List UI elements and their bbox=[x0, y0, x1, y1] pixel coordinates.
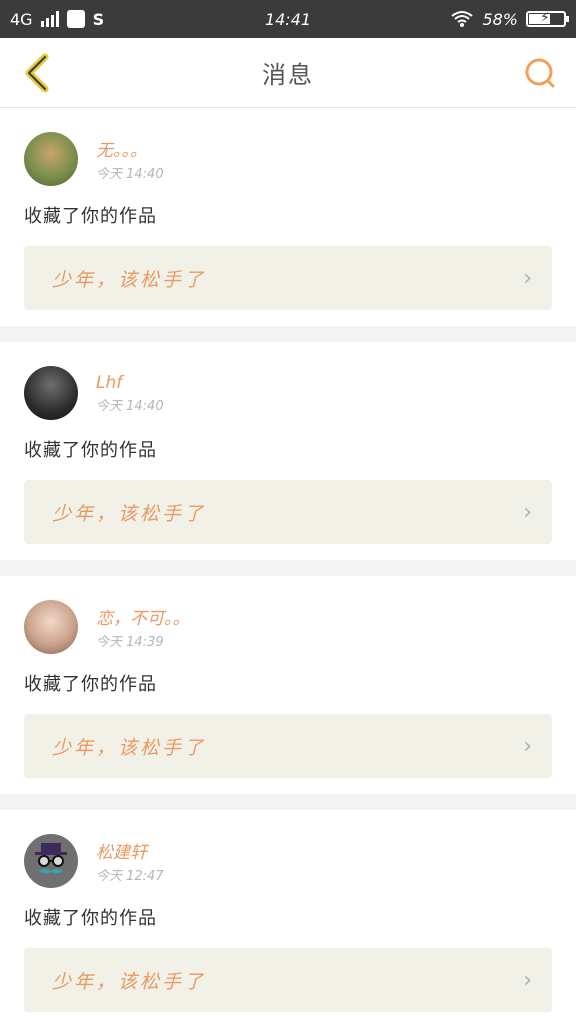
network-label: 4G bbox=[10, 9, 33, 29]
timestamp: 今天 14:39 bbox=[96, 635, 164, 650]
user-meta: 恋，不可。。 今天 14:39 bbox=[96, 604, 190, 650]
battery-percent: 58% bbox=[482, 9, 518, 29]
battery-icon: ⚡ bbox=[526, 10, 569, 27]
user-name[interactable]: 恋，不可。。 bbox=[96, 604, 190, 629]
action-text: 收藏了你的作品 bbox=[24, 674, 157, 695]
work-title: 少年，该松手了 bbox=[52, 970, 207, 993]
notification-icon bbox=[66, 10, 85, 28]
notification-list: 无。。。 今天 14:40 收藏了你的作品 少年，该松手了 › Lhf 今天 1… bbox=[0, 108, 576, 1024]
chevron-right-icon: › bbox=[523, 967, 532, 993]
user-meta: 松建轩 今天 12:47 bbox=[96, 838, 164, 884]
user-meta: Lhf 今天 14:40 bbox=[96, 373, 164, 414]
status-right: 58% ⚡ bbox=[450, 9, 569, 29]
status-left: 4G S bbox=[10, 10, 104, 29]
search-icon bbox=[525, 58, 555, 87]
user-name[interactable]: 无。。。 bbox=[96, 136, 164, 161]
user-row: Lhf 今天 14:40 bbox=[24, 366, 552, 420]
user-row: 松建轩 今天 12:47 bbox=[24, 834, 552, 888]
signal-icon bbox=[40, 11, 59, 27]
avatar[interactable] bbox=[24, 600, 78, 654]
notification-item: 无。。。 今天 14:40 收藏了你的作品 少年，该松手了 › bbox=[0, 108, 576, 326]
user-row: 无。。。 今天 14:40 bbox=[24, 132, 552, 186]
status-bar: 4G S 14:41 58% ⚡ bbox=[0, 0, 576, 38]
action-text: 收藏了你的作品 bbox=[24, 440, 157, 461]
work-title: 少年，该松手了 bbox=[52, 736, 207, 759]
work-title: 少年，该松手了 bbox=[52, 268, 207, 291]
app-notification-icon: S bbox=[92, 9, 105, 29]
work-link[interactable]: 少年，该松手了 › bbox=[24, 714, 552, 778]
user-meta: 无。。。 今天 14:40 bbox=[96, 136, 164, 182]
avatar[interactable] bbox=[24, 132, 78, 186]
timestamp: 今天 12:47 bbox=[96, 869, 164, 884]
timestamp: 今天 14:40 bbox=[96, 167, 164, 182]
user-row: 恋，不可。。 今天 14:39 bbox=[24, 600, 552, 654]
action-text: 收藏了你的作品 bbox=[24, 908, 157, 929]
work-link[interactable]: 少年，该松手了 › bbox=[24, 948, 552, 1012]
avatar[interactable] bbox=[24, 834, 78, 888]
chevron-right-icon: › bbox=[523, 499, 532, 525]
header: 消息 bbox=[0, 38, 576, 108]
chevron-right-icon: › bbox=[523, 265, 532, 291]
action-text: 收藏了你的作品 bbox=[24, 206, 157, 227]
timestamp: 今天 14:40 bbox=[96, 398, 164, 414]
work-link[interactable]: 少年，该松手了 › bbox=[24, 480, 552, 544]
back-arrow-icon bbox=[25, 53, 49, 92]
notification-item: 恋，不可。。 今天 14:39 收藏了你的作品 少年，该松手了 › bbox=[0, 576, 576, 794]
wifi-icon bbox=[451, 11, 474, 27]
notification-item: Lhf 今天 14:40 收藏了你的作品 少年，该松手了 › bbox=[0, 342, 576, 560]
back-button[interactable] bbox=[16, 53, 56, 93]
search-button[interactable] bbox=[520, 53, 560, 93]
avatar[interactable] bbox=[24, 366, 78, 420]
page-title: 消息 bbox=[262, 61, 314, 89]
work-link[interactable]: 少年，该松手了 › bbox=[24, 246, 552, 310]
chevron-right-icon: › bbox=[523, 733, 532, 759]
work-title: 少年，该松手了 bbox=[52, 502, 207, 525]
notification-item: 松建轩 今天 12:47 收藏了你的作品 少年，该松手了 › bbox=[0, 810, 576, 1024]
hipster-avatar-icon bbox=[35, 843, 67, 874]
user-name[interactable]: 松建轩 bbox=[96, 838, 164, 863]
user-name[interactable]: Lhf bbox=[96, 373, 164, 393]
